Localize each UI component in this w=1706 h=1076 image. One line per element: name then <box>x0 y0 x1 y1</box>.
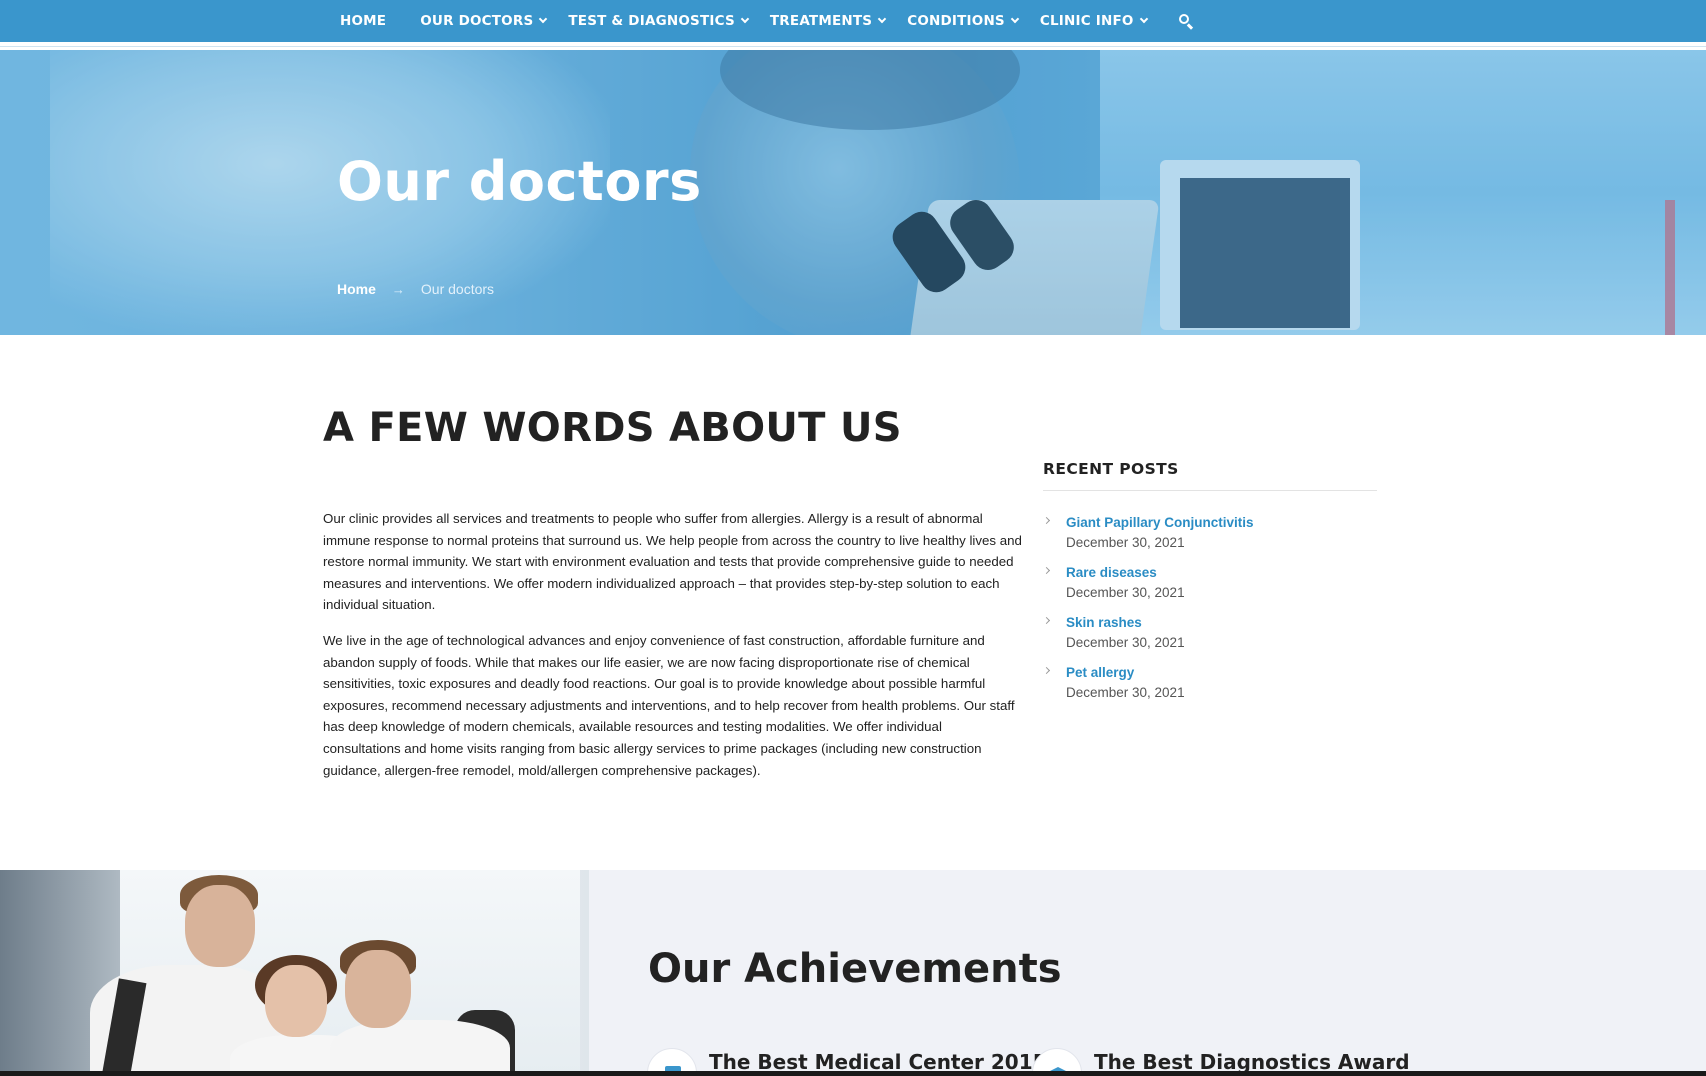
nav-item-label: CLINIC INFO <box>1039 13 1134 29</box>
post-link[interactable]: Rare diseases <box>1066 563 1377 583</box>
bottom-edge <box>0 1071 1706 1076</box>
hero-banner: Our doctors Home → Our doctors <box>0 50 1706 335</box>
chevron-down-icon <box>877 14 887 24</box>
nav-item-label: TEST & DIAGNOSTICS <box>568 13 735 29</box>
search-icon[interactable] <box>1178 14 1193 30</box>
nav-item-label: HOME <box>340 13 387 29</box>
students-photo <box>0 870 589 1076</box>
photo-person-head <box>345 950 411 1028</box>
about-paragraph: Our clinic provides all services and tre… <box>323 511 1022 613</box>
breadcrumb-home-link[interactable]: Home <box>337 281 376 297</box>
post-date: December 30, 2021 <box>1066 585 1185 600</box>
photo-person-head <box>185 885 255 967</box>
list-item: Rare diseases December 30, 2021 <box>1042 563 1377 603</box>
achievements-section: Our Achievements The Best Medical Center… <box>0 870 1706 1076</box>
nav-menu: HOME OUR DOCTORS TEST & DIAGNOSTICS TREA… <box>340 0 1193 42</box>
hero-overlay <box>0 50 1706 335</box>
chevron-right-icon <box>1042 566 1051 575</box>
list-item: Skin rashes December 30, 2021 <box>1042 613 1377 653</box>
nav-item-clinic-info[interactable]: CLINIC INFO <box>1039 13 1148 29</box>
nav-item-treatments[interactable]: TREATMENTS <box>769 13 887 29</box>
list-item: Giant Papillary Conjunctivitis December … <box>1042 513 1377 553</box>
about-paragraph: We live in the age of technological adva… <box>323 632 1015 778</box>
post-link[interactable]: Pet allergy <box>1066 663 1377 683</box>
breadcrumb-current: Our doctors <box>420 281 495 297</box>
post-date: December 30, 2021 <box>1066 535 1185 550</box>
recent-posts-widget: RECENT POSTS Giant Papillary Conjunctivi… <box>1042 460 1377 713</box>
post-link[interactable]: Skin rashes <box>1066 613 1377 633</box>
chevron-down-icon <box>740 14 750 24</box>
achievements-panel: Our Achievements The Best Medical Center… <box>589 870 1706 1076</box>
search-handle <box>1186 23 1193 30</box>
nav-item-label: TREATMENTS <box>769 13 873 29</box>
about-heading: A FEW WORDS ABOUT US <box>323 405 902 451</box>
photo-person <box>330 1020 510 1076</box>
nav-item-test-diagnostics[interactable]: TEST & DIAGNOSTICS <box>568 13 750 29</box>
search-lens <box>1178 14 1189 24</box>
main-nav: HOME OUR DOCTORS TEST & DIAGNOSTICS TREA… <box>0 0 1706 46</box>
nav-item-label: OUR DOCTORS <box>420 13 534 29</box>
nav-item-home[interactable]: HOME <box>340 13 386 29</box>
post-date: December 30, 2021 <box>1066 635 1185 650</box>
chevron-right-icon <box>1042 616 1051 625</box>
list-item: Pet allergy December 30, 2021 <box>1042 663 1377 703</box>
chevron-down-icon <box>1139 14 1148 24</box>
about-text: Our clinic provides all services and tre… <box>323 508 1023 795</box>
nav-item-label: CONDITIONS <box>907 13 1005 29</box>
nav-item-our-doctors[interactable]: OUR DOCTORS <box>420 13 548 29</box>
chevron-down-icon <box>539 14 548 24</box>
page-title: Our doctors <box>337 150 702 213</box>
post-date: December 30, 2021 <box>1066 685 1185 700</box>
chevron-right-icon <box>1042 516 1051 525</box>
achievements-heading: Our Achievements <box>648 946 1062 992</box>
arrow-right-icon: → <box>391 281 405 297</box>
photo-person-head <box>265 965 327 1037</box>
post-link[interactable]: Giant Papillary Conjunctivitis <box>1066 513 1377 533</box>
chevron-right-icon <box>1042 666 1051 675</box>
recent-posts-heading: RECENT POSTS <box>1043 460 1377 491</box>
breadcrumb: Home → Our doctors <box>337 281 494 297</box>
recent-posts-list: Giant Papillary Conjunctivitis December … <box>1042 513 1377 703</box>
nav-item-conditions[interactable]: CONDITIONS <box>907 13 1020 29</box>
chevron-down-icon <box>1010 14 1020 24</box>
